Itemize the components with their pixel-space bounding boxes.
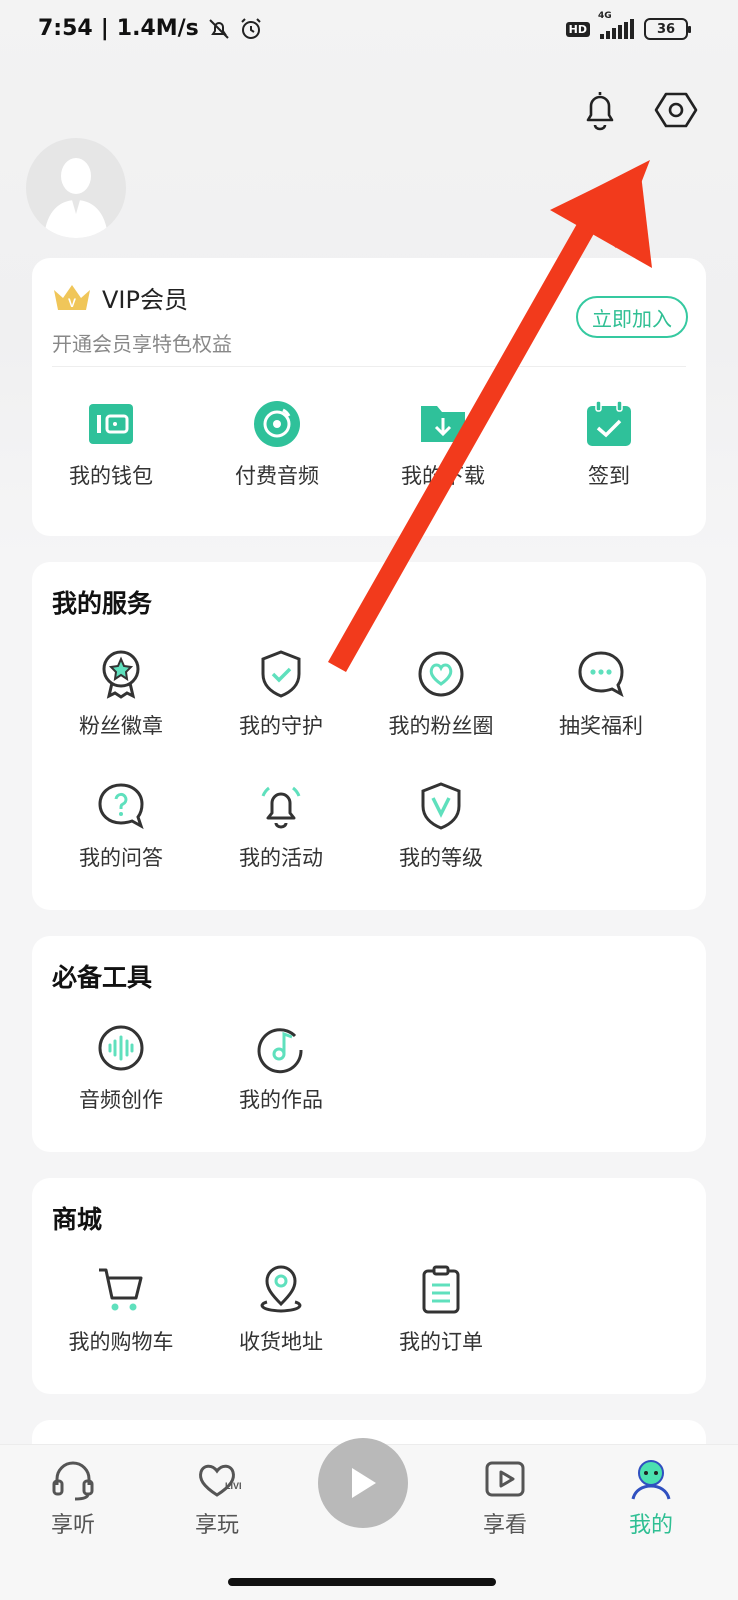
- status-bar: 7:54 | 1.4M/s HD 4G 36: [0, 0, 738, 64]
- battery-level: 36: [656, 21, 676, 37]
- audio-create-label: 音频创作: [79, 1088, 163, 1112]
- chat-dots-icon: [578, 651, 624, 698]
- question-bubble-icon: [98, 783, 144, 830]
- svg-text:V: V: [68, 296, 76, 310]
- battery-icon: 36: [644, 18, 691, 40]
- my-works-label: 我的作品: [239, 1088, 323, 1112]
- avatar[interactable]: [26, 138, 126, 238]
- services-title: 我的服务: [52, 589, 153, 618]
- mall-title: 商城: [52, 1205, 103, 1234]
- crown-icon: V: [54, 284, 90, 310]
- level-item[interactable]: 我的等级: [366, 780, 516, 872]
- wallet-item[interactable]: 我的钱包: [36, 398, 186, 490]
- vip-join-button[interactable]: 立即加入: [576, 296, 688, 338]
- heart-circle-icon: [418, 651, 464, 697]
- audio-create-item[interactable]: 音频创作: [46, 1022, 196, 1114]
- bell-icon[interactable]: [580, 88, 620, 132]
- heart-live-icon: LIVE: [199, 1464, 241, 1497]
- download-folder-icon: [421, 406, 465, 442]
- download-label: 我的下载: [401, 464, 485, 488]
- orders-label: 我的订单: [399, 1330, 483, 1354]
- status-right: HD 4G 36: [565, 11, 691, 40]
- waveform-icon: [98, 1025, 144, 1071]
- badge-star-icon: [102, 650, 140, 699]
- nav-mine-label: 我的: [628, 1513, 673, 1538]
- center-play-button[interactable]: [318, 1438, 408, 1528]
- orders-item[interactable]: 我的订单: [366, 1264, 516, 1356]
- vip-subtitle: 开通会员享特色权益: [52, 332, 232, 356]
- qa-item[interactable]: 我的问答: [46, 780, 196, 872]
- headphones-icon: [52, 1461, 94, 1501]
- location-pin-icon: [260, 1265, 302, 1313]
- download-item[interactable]: 我的下载: [368, 398, 518, 490]
- activity-label: 我的活动: [239, 846, 323, 870]
- play-icon: [352, 1468, 376, 1498]
- services-card: 我的服务 粉丝徽章 我的守护 我的粉丝圈 抽奖福利 我的问答 我的活动 我的等级: [32, 562, 706, 910]
- status-separator: |: [100, 16, 109, 41]
- wallet-label: 我的钱包: [69, 464, 153, 488]
- clipboard-icon: [422, 1265, 460, 1314]
- fan-circle-label: 我的粉丝圈: [388, 714, 494, 738]
- music-note-icon: [257, 1028, 303, 1074]
- lottery-item[interactable]: 抽奖福利: [526, 648, 676, 740]
- signal-icon: 4G: [598, 11, 634, 39]
- lottery-label: 抽奖福利: [559, 714, 643, 738]
- guard-item[interactable]: 我的守护: [206, 648, 356, 740]
- status-left: 7:54 | 1.4M/s: [38, 16, 263, 41]
- qa-label: 我的问答: [79, 846, 163, 870]
- default-avatar-icon: [44, 158, 108, 238]
- paid-audio-label: 付费音频: [235, 464, 319, 488]
- status-time: 7:54: [38, 16, 93, 41]
- paid-audio-item[interactable]: 付费音频: [202, 398, 352, 490]
- mall-card: 商城 我的购物车 收货地址 我的订单: [32, 1178, 706, 1394]
- hd-badge: HD: [565, 21, 590, 37]
- home-indicator: [228, 1578, 496, 1586]
- nav-watch[interactable]: 享看: [460, 1457, 550, 1539]
- settings-icon[interactable]: [654, 88, 698, 132]
- cart-label: 我的购物车: [68, 1330, 174, 1354]
- fan-circle-item[interactable]: 我的粉丝圈: [366, 648, 516, 740]
- activity-item[interactable]: 我的活动: [206, 780, 356, 872]
- video-play-icon: [485, 1461, 525, 1497]
- tools-card: 必备工具 音频创作 我的作品: [32, 936, 706, 1152]
- guard-label: 我的守护: [239, 714, 323, 738]
- nav-listen-label: 享听: [50, 1513, 95, 1538]
- nav-listen[interactable]: 享听: [28, 1457, 118, 1539]
- nav-play[interactable]: LIVE 享玩: [172, 1457, 262, 1539]
- v-shield-icon: [421, 782, 461, 830]
- cart-icon: [99, 1268, 143, 1311]
- nav-watch-label: 享看: [482, 1513, 527, 1538]
- disc-icon: [254, 401, 300, 447]
- level-label: 我的等级: [399, 846, 483, 870]
- nav-play-label: 享玩: [194, 1513, 239, 1538]
- wallet-icon: [89, 404, 133, 444]
- address-item[interactable]: 收货地址: [206, 1264, 356, 1356]
- fan-badge-item[interactable]: 粉丝徽章: [46, 648, 196, 740]
- vip-header: V VIP会员: [52, 280, 188, 315]
- mute-icon: [209, 18, 229, 39]
- alarm-icon: [241, 17, 261, 39]
- user-icon: [631, 1460, 671, 1500]
- vip-card: V VIP会员 开通会员享特色权益 立即加入 我的钱包 付费音频 我的下载 签到: [32, 258, 706, 536]
- divider: [52, 366, 686, 367]
- checkin-item[interactable]: 签到: [534, 398, 684, 490]
- bell-ring-icon: [261, 786, 301, 829]
- checkin-label: 签到: [588, 464, 630, 488]
- calendar-check-icon: [587, 400, 631, 446]
- network-type: 4G: [598, 11, 612, 21]
- address-label: 收货地址: [239, 1330, 323, 1354]
- cart-item[interactable]: 我的购物车: [46, 1264, 196, 1356]
- my-works-item[interactable]: 我的作品: [206, 1022, 356, 1114]
- status-net-speed: 1.4M/s: [116, 16, 199, 41]
- tools-title: 必备工具: [52, 963, 153, 992]
- shield-check-icon: [261, 650, 301, 698]
- nav-mine[interactable]: 我的: [606, 1457, 696, 1539]
- fan-badge-label: 粉丝徽章: [79, 714, 163, 738]
- svg-text:LIVE: LIVE: [225, 1481, 241, 1491]
- vip-title: VIP会员: [102, 286, 188, 314]
